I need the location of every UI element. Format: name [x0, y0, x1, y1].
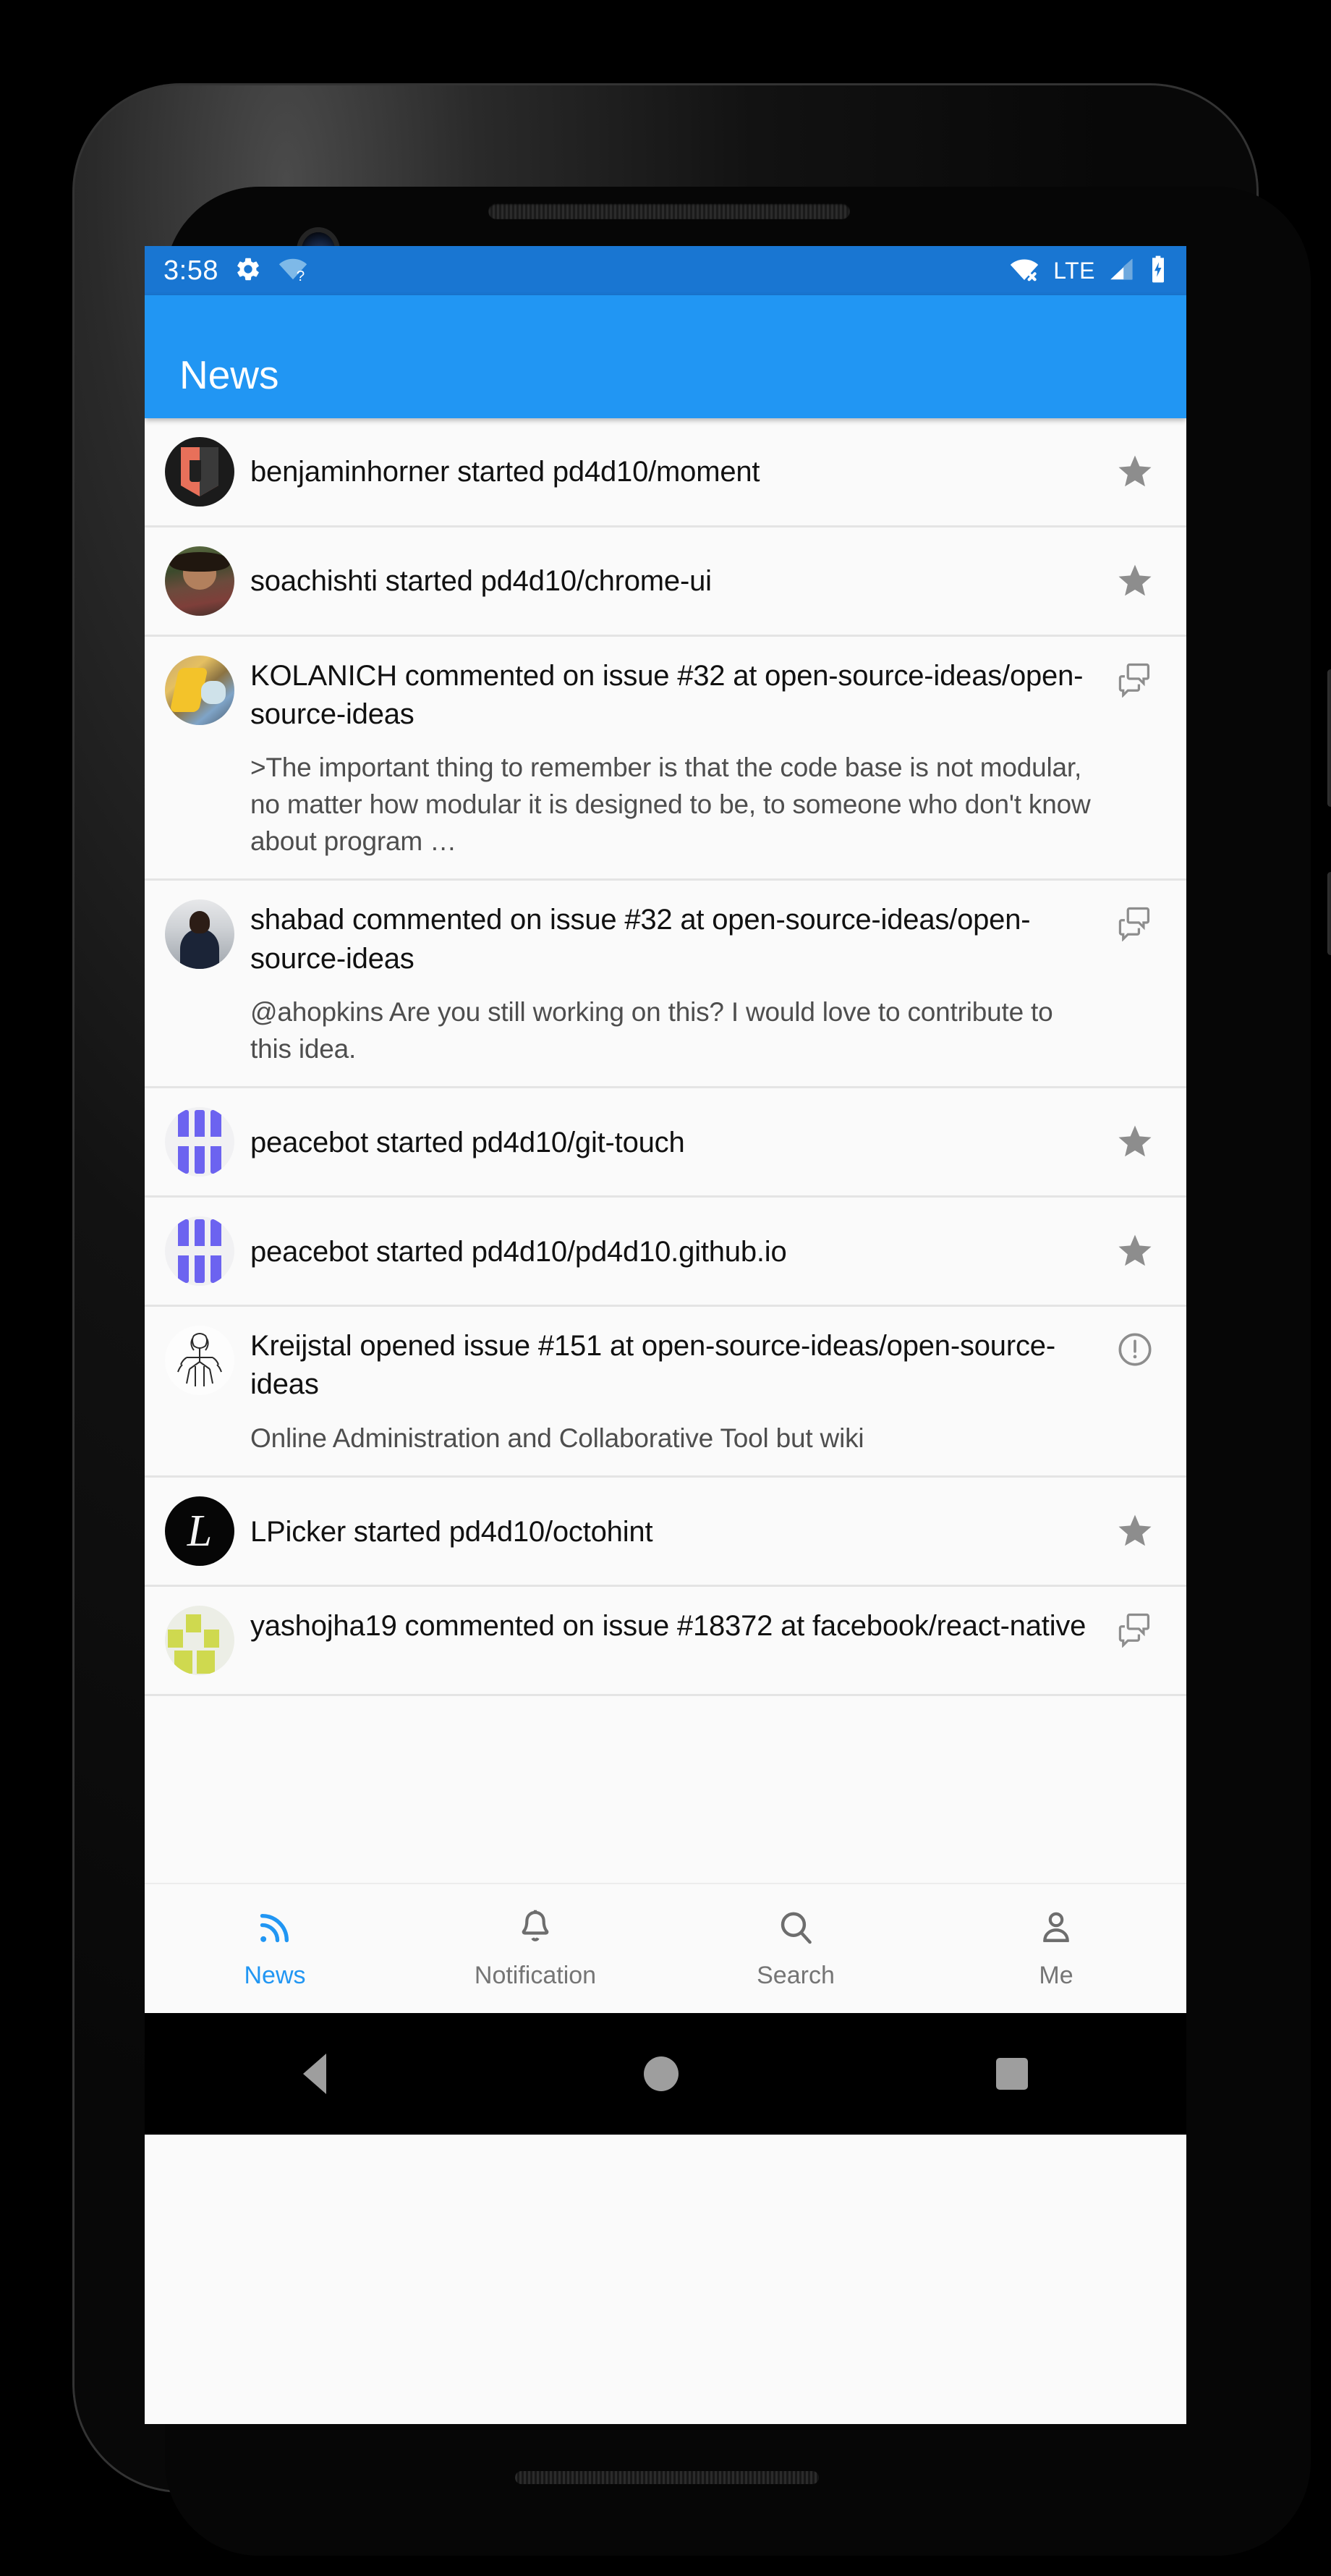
feed-item[interactable]: shabad commented on issue #32 at open-so… — [145, 881, 1186, 1089]
star-icon[interactable] — [1108, 1232, 1162, 1271]
rss-icon — [255, 1907, 295, 1952]
feed-item[interactable]: benjaminhorner started pd4d10/moment — [145, 418, 1186, 528]
comment-icon[interactable] — [1108, 656, 1162, 698]
feed-item-title: Kreijstal opened issue #151 at open-sour… — [250, 1330, 1055, 1401]
tab-notification-label: Notification — [474, 1962, 597, 1989]
volume-button[interactable] — [1327, 669, 1331, 807]
page-title: News — [179, 352, 279, 397]
tab-search-label: Search — [757, 1962, 835, 1989]
tab-me-label: Me — [1039, 1962, 1073, 1989]
avatar — [165, 1216, 234, 1287]
home-circle-icon[interactable] — [643, 2056, 679, 2091]
tab-notification[interactable]: Notification — [405, 1907, 666, 1990]
feed-item-title: peacebot started pd4d10/pd4d10.github.io — [250, 1235, 787, 1268]
battery-charging-icon — [1149, 255, 1168, 287]
tab-search[interactable]: Search — [666, 1907, 926, 1990]
star-icon[interactable] — [1108, 1122, 1162, 1161]
gear-icon — [234, 255, 262, 287]
feed-item[interactable]: KOLANICH commented on issue #32 at open-… — [145, 637, 1186, 881]
feed-item-description: @ahopkins Are you still working on this?… — [250, 996, 1053, 1064]
android-navigation-bar — [145, 2013, 1186, 2135]
feed-item-description: >The important thing to remember is that… — [250, 753, 1091, 856]
feed-item-title: KOLANICH commented on issue #32 at open-… — [250, 660, 1084, 731]
magnifier-icon — [775, 1907, 816, 1952]
news-feed-list[interactable]: benjaminhorner started pd4d10/moment soa… — [145, 418, 1186, 1883]
avatar — [165, 1606, 234, 1676]
network-type-label: LTE — [1053, 257, 1095, 284]
feed-item[interactable]: peacebot started pd4d10/git-touch — [145, 1088, 1186, 1198]
avatar — [165, 1107, 234, 1177]
bottom-navigation-bar: News Notification Search Me — [145, 1883, 1186, 2013]
star-icon[interactable] — [1108, 1512, 1162, 1551]
back-triangle-icon[interactable] — [303, 2054, 327, 2094]
avatar — [165, 546, 234, 616]
bottom-speaker — [515, 2471, 819, 2484]
feed-item-title: peacebot started pd4d10/git-touch — [250, 1126, 685, 1158]
exclamation-circle-icon[interactable] — [1108, 1326, 1162, 1369]
feed-item-description: Online Administration and Collaborative … — [250, 1423, 864, 1453]
star-icon[interactable] — [1108, 562, 1162, 601]
comment-icon[interactable] — [1108, 899, 1162, 942]
earpiece-speaker — [488, 203, 850, 219]
avatar — [165, 437, 234, 507]
feed-item[interactable]: L LPicker started pd4d10/octohint — [145, 1478, 1186, 1588]
avatar — [165, 899, 234, 970]
power-button[interactable] — [1327, 872, 1331, 955]
feed-item-title: shabad commented on issue #32 at open-so… — [250, 904, 1031, 975]
bell-icon — [515, 1907, 556, 1952]
avatar — [165, 1326, 234, 1396]
phone-screen: 3:58 ? LTE News benjaminhorner started p… — [145, 246, 1186, 2424]
star-icon[interactable] — [1108, 452, 1162, 491]
app-bar: News — [145, 295, 1186, 418]
wifi-question-icon: ? — [278, 255, 308, 287]
status-bar: 3:58 ? LTE — [145, 246, 1186, 295]
feed-item[interactable]: Kreijstal opened issue #151 at open-sour… — [145, 1307, 1186, 1478]
feed-item-title: soachishti started pd4d10/chrome-ui — [250, 565, 712, 598]
tab-news[interactable]: News — [145, 1907, 405, 1990]
recents-square-icon[interactable] — [995, 2058, 1028, 2090]
tab-me[interactable]: Me — [926, 1907, 1186, 1990]
tab-news-label: News — [244, 1962, 306, 1989]
feed-item[interactable]: soachishti started pd4d10/chrome-ui — [145, 528, 1186, 637]
wifi-off-icon — [1007, 255, 1042, 287]
feed-item[interactable]: yashojha19 commented on issue #18372 at … — [145, 1587, 1186, 1697]
feed-item-title: benjaminhorner started pd4d10/moment — [250, 456, 760, 488]
avatar: L — [165, 1496, 234, 1567]
avatar — [165, 656, 234, 725]
status-clock: 3:58 — [163, 255, 218, 286]
comment-icon[interactable] — [1108, 1606, 1162, 1648]
signal-bars-icon — [1107, 255, 1137, 287]
person-icon — [1036, 1907, 1076, 1952]
feed-item-title: LPicker started pd4d10/octohint — [250, 1515, 653, 1548]
svg-text:?: ? — [297, 267, 305, 282]
feed-item-title: yashojha19 commented on issue #18372 at … — [250, 1610, 1087, 1643]
feed-item[interactable]: peacebot started pd4d10/pd4d10.github.io — [145, 1198, 1186, 1308]
